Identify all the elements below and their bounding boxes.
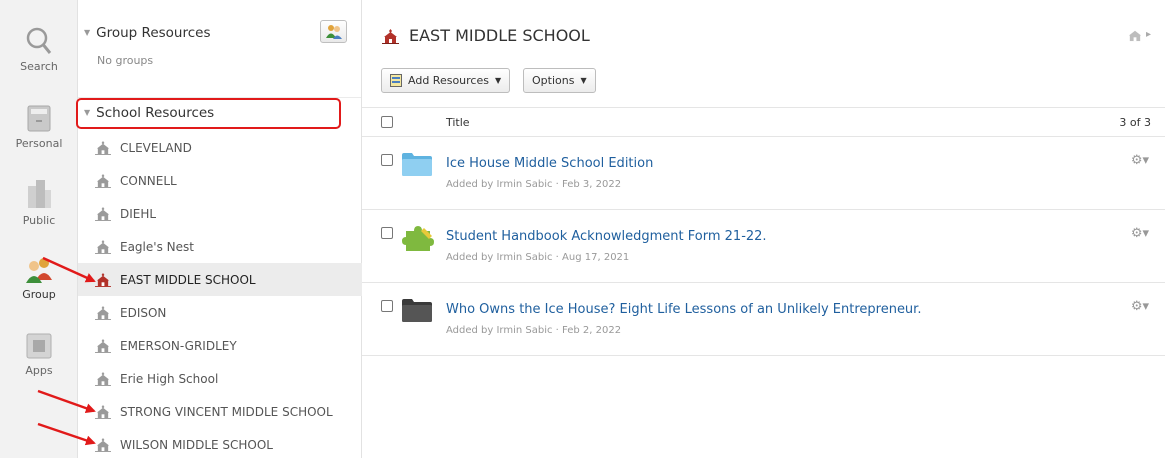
- school-item-label: WILSON MIDDLE SCHOOL: [120, 437, 273, 452]
- row-meta: Added by Irmin Sabic · Aug 17, 2021: [446, 252, 630, 263]
- school-menu-button[interactable]: ▸: [1127, 27, 1151, 42]
- personal-icon: [27, 105, 51, 132]
- school-item[interactable]: DIEHL: [78, 197, 362, 230]
- row-settings-gear-icon[interactable]: ⚙▾: [1131, 153, 1149, 168]
- puzzle-icon: [402, 226, 434, 251]
- page-title: EAST MIDDLE SCHOOL: [382, 26, 590, 45]
- public-icon: [28, 180, 51, 208]
- chevron-down-icon: ▼: [494, 76, 502, 85]
- add-group-icon: [325, 24, 342, 39]
- school-item[interactable]: Eagle's Nest: [78, 230, 362, 263]
- rail-public[interactable]: Public: [0, 178, 78, 227]
- school-item-label: STRONG VINCENT MIDDLE SCHOOL: [120, 404, 333, 419]
- rail-apps-label: Apps: [25, 364, 53, 377]
- row-title-link[interactable]: Who Owns the Ice House? Eight Life Lesso…: [446, 302, 921, 317]
- rail-public-label: Public: [22, 214, 56, 227]
- school-item[interactable]: CONNELL: [78, 164, 362, 197]
- school-item-label: CONNELL: [120, 173, 177, 188]
- rail-personal-label: Personal: [15, 137, 63, 150]
- school-item[interactable]: Erie High School: [78, 362, 362, 395]
- school-building-icon: [95, 272, 111, 287]
- school-building-icon: [382, 28, 399, 44]
- rail-group-label: Group: [22, 288, 56, 301]
- no-groups-text: No groups: [97, 54, 154, 67]
- title-column-header[interactable]: Title: [446, 116, 470, 129]
- row-meta: Added by Irmin Sabic · Feb 2, 2022: [446, 325, 622, 336]
- school-item-label: Eagle's Nest: [120, 239, 194, 254]
- folder-blue-icon: [402, 153, 432, 176]
- row-checkbox[interactable]: [381, 227, 393, 239]
- folder-dark-icon: [402, 299, 432, 322]
- school-building-icon: [95, 206, 111, 221]
- rail-search-label: Search: [20, 60, 58, 73]
- table-row[interactable]: Student Handbook Acknowledgment Form 21-…: [362, 210, 1165, 283]
- search-icon: [26, 27, 52, 54]
- options-button[interactable]: Options ▼: [523, 68, 596, 93]
- apps-icon: [26, 333, 52, 359]
- group-icon: [26, 258, 52, 283]
- school-item[interactable]: EAST MIDDLE SCHOOL: [78, 263, 362, 296]
- school-item[interactable]: EDISON: [78, 296, 362, 329]
- page-title-text: EAST MIDDLE SCHOOL: [409, 26, 590, 45]
- chevron-right-icon: ▸: [1145, 29, 1151, 40]
- main-panel: EAST MIDDLE SCHOOL ▸ Add Resources ▼ Opt…: [362, 0, 1165, 458]
- collapse-triangle-icon: ▼: [84, 28, 91, 37]
- group-resources-label: Group Resources: [96, 25, 211, 41]
- school-item-label: EMERSON-GRIDLEY: [120, 338, 237, 353]
- school-building-icon: [1128, 30, 1142, 42]
- options-label: Options: [532, 74, 575, 87]
- select-all-checkbox[interactable]: [381, 116, 393, 128]
- item-count: 3 of 3: [1119, 116, 1151, 129]
- row-settings-gear-icon[interactable]: ⚙▾: [1131, 226, 1149, 241]
- school-item[interactable]: CLEVELAND: [78, 131, 362, 164]
- school-building-icon: [95, 173, 111, 188]
- row-title-link[interactable]: Student Handbook Acknowledgment Form 21-…: [446, 229, 767, 244]
- add-resources-label: Add Resources: [408, 74, 489, 87]
- chevron-down-icon: ▼: [580, 76, 587, 85]
- app-rail: Search Personal Public Group Apps: [0, 0, 78, 458]
- school-building-icon: [95, 140, 111, 155]
- add-resources-icon: [390, 74, 402, 87]
- annotation-highlight-box: [76, 98, 341, 129]
- row-checkbox[interactable]: [381, 154, 393, 166]
- row-checkbox[interactable]: [381, 300, 393, 312]
- school-item[interactable]: WILSON MIDDLE SCHOOL: [78, 428, 362, 461]
- table-row[interactable]: Who Owns the Ice House? Eight Life Lesso…: [362, 283, 1165, 356]
- school-building-icon: [95, 371, 111, 386]
- add-group-button[interactable]: [320, 20, 347, 43]
- rail-apps[interactable]: Apps: [0, 332, 78, 377]
- school-item-label: EDISON: [120, 305, 167, 320]
- school-item[interactable]: EMERSON-GRIDLEY: [78, 329, 362, 362]
- row-meta: Added by Irmin Sabic · Feb 3, 2022: [446, 179, 622, 190]
- row-title-link[interactable]: Ice House Middle School Edition: [446, 156, 653, 171]
- row-settings-gear-icon[interactable]: ⚙▾: [1131, 299, 1149, 314]
- school-item-label: DIEHL: [120, 206, 157, 221]
- group-resources-header[interactable]: ▼ Group Resources: [84, 25, 211, 41]
- add-resources-button[interactable]: Add Resources ▼: [381, 68, 511, 93]
- rail-search[interactable]: Search: [0, 26, 78, 73]
- school-building-icon: [95, 404, 111, 419]
- school-building-icon: [95, 437, 111, 452]
- table-row[interactable]: Ice House Middle School Edition Added by…: [362, 137, 1165, 210]
- school-item-label: EAST MIDDLE SCHOOL: [120, 272, 256, 287]
- resource-tree: ▼ Group Resources No groups ▼ School Resou…: [78, 0, 362, 458]
- school-building-icon: [95, 338, 111, 353]
- school-item-label: CLEVELAND: [120, 140, 192, 155]
- school-item[interactable]: STRONG VINCENT MIDDLE SCHOOL: [78, 395, 362, 428]
- rail-group[interactable]: Group: [0, 256, 78, 301]
- school-building-icon: [95, 305, 111, 320]
- table-header: Title 3 of 3: [362, 107, 1165, 137]
- rail-personal[interactable]: Personal: [0, 103, 78, 150]
- school-item-label: Erie High School: [120, 371, 219, 386]
- school-building-icon: [95, 239, 111, 254]
